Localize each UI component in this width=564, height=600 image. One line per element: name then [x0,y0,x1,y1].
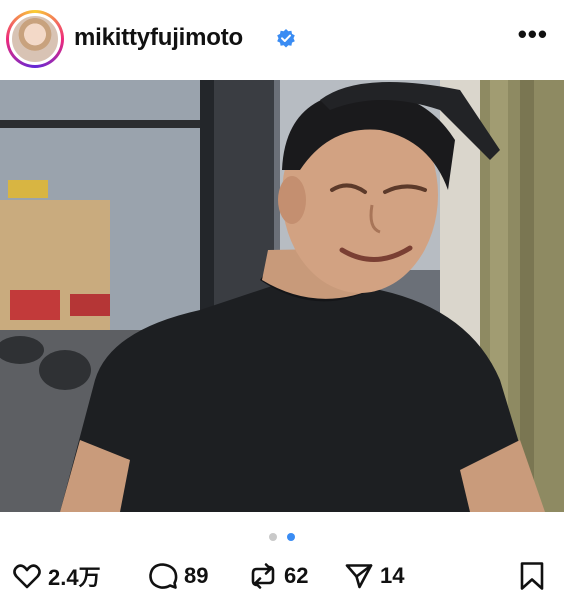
repost-icon [251,563,275,589]
heart-icon [13,564,41,589]
avatar[interactable] [9,13,61,65]
story-ring[interactable] [6,10,64,68]
bookmark-icon[interactable] [518,561,546,591]
repost-count: 62 [284,563,309,588]
carousel-dot-active[interactable] [287,533,296,541]
share-button[interactable]: 14 [344,561,404,591]
share-count: 14 [380,563,405,588]
comment-count: 89 [184,563,209,588]
send-icon [345,564,373,589]
comment-icon [149,563,178,589]
carousel-dot[interactable] [268,533,277,541]
verified-badge-icon [277,29,295,48]
carousel-indicator [0,528,564,541]
username[interactable]: mikittyfujimoto [74,24,243,52]
more-options-icon[interactable]: ••• [518,21,548,47]
post-header: mikittyfujimoto ••• [0,0,564,80]
repost-button[interactable]: 62 [248,561,308,591]
comment-button[interactable]: 89 [148,561,208,591]
like-button[interactable]: 2.4万 [12,561,101,591]
photo-illustration [0,80,564,512]
action-bar: 2.4万 89 62 14 [0,555,564,597]
post-photo[interactable] [0,80,564,512]
like-count: 2.4万 [48,565,101,590]
